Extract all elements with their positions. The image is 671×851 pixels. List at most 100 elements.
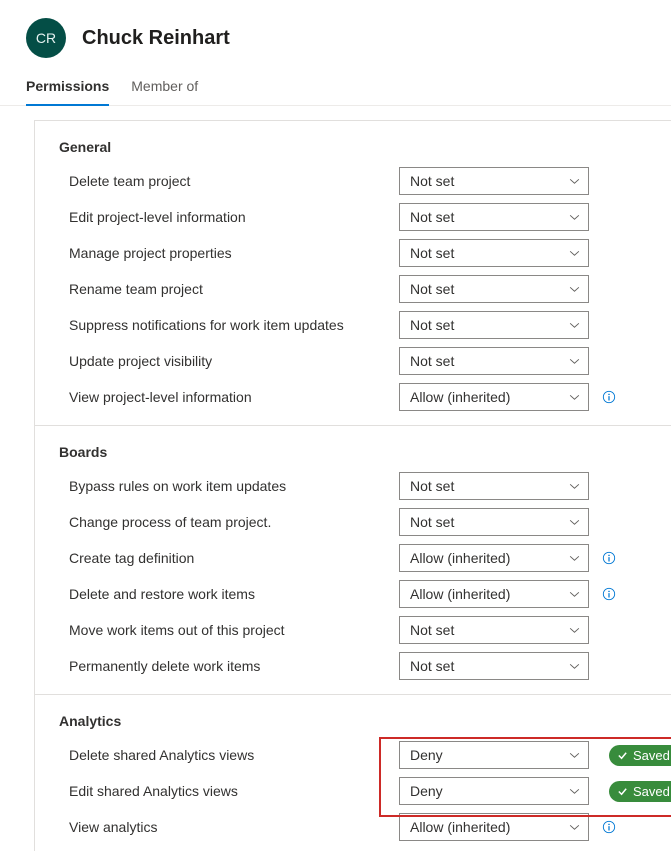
chevron-down-icon [569, 214, 580, 221]
perm-row-delete-shared-analytics: Delete shared Analytics views Deny Saved [35, 737, 671, 773]
saved-badge: Saved [609, 781, 671, 802]
perm-select-move-work-items[interactable]: Not set [399, 616, 589, 644]
info-icon[interactable] [601, 551, 616, 566]
perm-label: View project-level information [69, 389, 399, 405]
perm-select-perm-delete[interactable]: Not set [399, 652, 589, 680]
perm-label: Permanently delete work items [69, 658, 399, 674]
chevron-down-icon [569, 663, 580, 670]
perm-select-create-tag-def[interactable]: Allow (inherited) [399, 544, 589, 572]
perm-row-change-process: Change process of team project. Not set [35, 504, 671, 540]
section-title-analytics: Analytics [35, 695, 671, 737]
perm-select-manage-project-props[interactable]: Not set [399, 239, 589, 267]
perm-value: Allow (inherited) [410, 586, 510, 602]
perm-label: Change process of team project. [69, 514, 399, 530]
perm-row-rename-team-project: Rename team project Not set [35, 271, 671, 307]
chevron-down-icon [569, 286, 580, 293]
perm-label: Rename team project [69, 281, 399, 297]
perm-label: Bypass rules on work item updates [69, 478, 399, 494]
perm-select-change-process[interactable]: Not set [399, 508, 589, 536]
perm-row-update-project-visibility: Update project visibility Not set [35, 343, 671, 379]
chevron-down-icon [569, 627, 580, 634]
perm-value: Not set [410, 514, 454, 530]
perm-value: Not set [410, 353, 454, 369]
saved-badge: Saved [609, 745, 671, 766]
chevron-down-icon [569, 591, 580, 598]
perm-value: Allow (inherited) [410, 389, 510, 405]
info-icon[interactable] [601, 820, 616, 835]
chevron-down-icon [569, 483, 580, 490]
chevron-down-icon [569, 394, 580, 401]
perm-select-view-analytics[interactable]: Allow (inherited) [399, 813, 589, 841]
perm-value: Deny [410, 747, 443, 763]
perm-select-edit-project-level-info[interactable]: Not set [399, 203, 589, 231]
tab-member-of[interactable]: Member of [131, 72, 198, 106]
perm-row-edit-shared-analytics: Edit shared Analytics views Deny Saved [35, 773, 671, 809]
perm-label: Manage project properties [69, 245, 399, 261]
perm-label: Delete team project [69, 173, 399, 189]
chevron-down-icon [569, 178, 580, 185]
info-icon[interactable] [601, 587, 616, 602]
perm-label: Delete shared Analytics views [69, 747, 399, 763]
perm-label: View analytics [69, 819, 399, 835]
section-title-general: General [35, 121, 671, 163]
perm-label: Create tag definition [69, 550, 399, 566]
permissions-panel: General Delete team project Not set Edit… [34, 120, 671, 851]
perm-value: Allow (inherited) [410, 819, 510, 835]
perm-select-delete-restore[interactable]: Allow (inherited) [399, 580, 589, 608]
perm-row-perm-delete: Permanently delete work items Not set [35, 648, 671, 684]
user-name: Chuck Reinhart [82, 27, 230, 50]
tab-bar: Permissions Member of [0, 58, 671, 106]
perm-row-delete-restore: Delete and restore work items Allow (inh… [35, 576, 671, 612]
info-icon[interactable] [601, 390, 616, 405]
perm-select-rename-team-project[interactable]: Not set [399, 275, 589, 303]
section-title-boards: Boards [35, 426, 671, 468]
perm-value: Not set [410, 245, 454, 261]
perm-select-suppress-notifications[interactable]: Not set [399, 311, 589, 339]
perm-value: Not set [410, 478, 454, 494]
perm-select-view-project-level-info[interactable]: Allow (inherited) [399, 383, 589, 411]
perm-value: Not set [410, 173, 454, 189]
saved-label: Saved [633, 748, 670, 763]
checkmark-icon [617, 786, 628, 797]
perm-value: Not set [410, 209, 454, 225]
perm-row-move-work-items: Move work items out of this project Not … [35, 612, 671, 648]
checkmark-icon [617, 750, 628, 761]
user-header: CR Chuck Reinhart [0, 0, 671, 58]
perm-select-delete-shared-analytics[interactable]: Deny [399, 741, 589, 769]
perm-label: Edit project-level information [69, 209, 399, 225]
chevron-down-icon [569, 519, 580, 526]
chevron-down-icon [569, 555, 580, 562]
perm-value: Not set [410, 281, 454, 297]
perm-value: Not set [410, 622, 454, 638]
chevron-down-icon [569, 322, 580, 329]
chevron-down-icon [569, 358, 580, 365]
perm-row-bypass-rules: Bypass rules on work item updates Not se… [35, 468, 671, 504]
perm-row-view-analytics: View analytics Allow (inherited) [35, 809, 671, 845]
chevron-down-icon [569, 752, 580, 759]
perm-select-edit-shared-analytics[interactable]: Deny [399, 777, 589, 805]
perm-select-delete-team-project[interactable]: Not set [399, 167, 589, 195]
avatar: CR [26, 18, 66, 58]
perm-row-delete-team-project: Delete team project Not set [35, 163, 671, 199]
perm-value: Allow (inherited) [410, 550, 510, 566]
perm-label: Suppress notifications for work item upd… [69, 317, 399, 333]
tab-permissions[interactable]: Permissions [26, 72, 109, 106]
chevron-down-icon [569, 824, 580, 831]
perm-row-view-project-level-info: View project-level information Allow (in… [35, 379, 671, 415]
perm-label: Move work items out of this project [69, 622, 399, 638]
perm-label: Delete and restore work items [69, 586, 399, 602]
perm-row-create-tag-def: Create tag definition Allow (inherited) [35, 540, 671, 576]
perm-value: Not set [410, 658, 454, 674]
perm-select-update-project-visibility[interactable]: Not set [399, 347, 589, 375]
perm-label: Update project visibility [69, 353, 399, 369]
chevron-down-icon [569, 250, 580, 257]
perm-row-suppress-notifications: Suppress notifications for work item upd… [35, 307, 671, 343]
chevron-down-icon [569, 788, 580, 795]
perm-select-bypass-rules[interactable]: Not set [399, 472, 589, 500]
perm-value: Deny [410, 783, 443, 799]
perm-row-edit-project-level-info: Edit project-level information Not set [35, 199, 671, 235]
saved-label: Saved [633, 784, 670, 799]
perm-value: Not set [410, 317, 454, 333]
perm-row-manage-project-props: Manage project properties Not set [35, 235, 671, 271]
perm-label: Edit shared Analytics views [69, 783, 399, 799]
